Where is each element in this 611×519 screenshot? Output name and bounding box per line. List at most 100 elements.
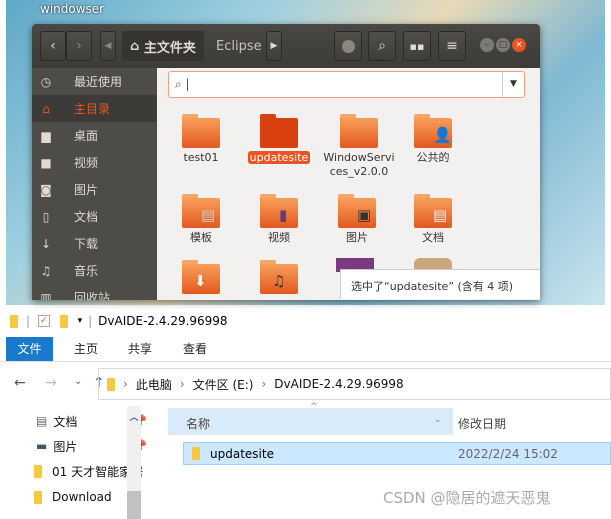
nav-scrollbar[interactable]: ︿ [127, 406, 141, 519]
nautilus-window: ‹ › ◀ ⌂ 主文件夹 Eclipse ▶ ⌕ ▪▪ ≡ – □ × ◷ 最近使… [32, 24, 540, 300]
watermark: CSDN @隐居的遮天恶鬼 [383, 489, 551, 507]
navigation-pane: ▤文档📌 ▬图片📌 01 天才智能家居 Download ︿ [0, 406, 160, 519]
nav-label: 文档 [53, 414, 78, 429]
sidebar-item-trash[interactable]: ▥ 回收站 [32, 284, 157, 301]
sidebar: ◷ 最近使用 ⌂ 主目录 ▆ 桌面 ■ 视频 ◙ 图片 ▯ 文档 ↓ 下载 ♫ 音乐 ▥ 回收站 [32, 68, 157, 300]
column-date[interactable]: 修改日期 [458, 415, 506, 432]
sort-up-icon: ^ [310, 402, 318, 412]
search-input[interactable]: | [186, 77, 190, 91]
maximize-button[interactable]: □ [496, 38, 510, 52]
folder-test01[interactable]: test01 [166, 114, 236, 165]
sidebar-item-label: 主目录 [74, 102, 111, 116]
sidebar-item-recent[interactable]: ◷ 最近使用 [32, 68, 157, 95]
file-date: 2022/2/24 15:02 [458, 446, 558, 461]
search-field[interactable]: ⌕ | ▼ [168, 71, 525, 98]
minimize-button[interactable]: – [480, 38, 494, 52]
folder-label: 视频 [268, 231, 290, 244]
new-folder-icon[interactable] [59, 314, 68, 328]
back-arrow-icon[interactable]: ← [14, 375, 26, 391]
folder-icon [260, 114, 298, 148]
folder-videos[interactable]: ▮ 视频 [244, 194, 314, 245]
breadcrumb-item[interactable]: 此电脑 [136, 376, 172, 393]
folder-label: 模板 [190, 231, 212, 244]
folder-icon: ▣ [338, 194, 376, 228]
folder-icon: ▮ [260, 194, 298, 228]
breadcrumb-item[interactable]: DvAIDE-2.4.29.96998 [274, 377, 403, 391]
pie-icon [341, 39, 355, 53]
properties-icon[interactable]: ✓ [38, 315, 50, 327]
search-dropdown-button[interactable]: ▼ [502, 72, 524, 97]
folder-icon: ▤ [414, 194, 452, 228]
close-button[interactable]: × [512, 38, 526, 52]
forward-button[interactable]: › [66, 31, 92, 61]
nav-item-documents[interactable]: ▤文档📌 [36, 410, 147, 432]
sidebar-item-downloads[interactable]: ↓ 下载 [32, 230, 157, 257]
home-icon: ⌂ [42, 101, 50, 116]
sidebar-item-music[interactable]: ♫ 音乐 [32, 257, 157, 284]
path-right-button[interactable]: ▶ [266, 31, 282, 61]
sidebar-item-label: 视频 [74, 156, 99, 170]
folder-windowservices[interactable]: WindowServices_v2.0.0 [322, 114, 396, 179]
search-button[interactable]: ⌕ [368, 31, 396, 61]
column-name[interactable]: 名称 [168, 408, 453, 435]
folder-updatesite[interactable]: updatesite [244, 114, 314, 165]
forward-arrow-icon[interactable]: → [45, 375, 57, 391]
sidebar-item-pictures[interactable]: ◙ 图片 [32, 176, 157, 203]
folder-icon [192, 447, 200, 460]
nav-item-download[interactable]: Download [34, 486, 112, 508]
film-icon: ▮ [279, 206, 288, 224]
address-row: ← → ⌄ ↑ › 此电脑 › 文件区 (E:) › DvAIDE-2.4.29.96… [0, 364, 611, 406]
tab-file[interactable]: 文件 [6, 337, 53, 361]
picture-icon: ▬ [36, 439, 48, 453]
hamburger-icon: ≡ [446, 38, 458, 54]
folder-public[interactable]: 👤 公共的 [398, 114, 468, 165]
back-button[interactable]: ‹ [40, 31, 66, 61]
list-view-icon: ▪▪ [409, 39, 425, 53]
path-home-button[interactable]: ⌂ 主文件夹 [122, 31, 204, 61]
folder-music[interactable]: ♫ [244, 260, 314, 294]
window-title: DvAIDE-2.4.29.96998 [98, 314, 228, 328]
view-toggle-button[interactable]: ▪▪ [403, 31, 431, 61]
path-eclipse-button[interactable]: Eclipse [210, 31, 268, 61]
desktop-icon: ▆ [41, 128, 51, 143]
folder-icon: ▤ [182, 194, 220, 228]
recent-locations-icon[interactable]: ⌄ [74, 376, 82, 387]
sidebar-item-label: 文档 [74, 210, 99, 224]
sidebar-item-home[interactable]: ⌂ 主目录 [32, 95, 157, 122]
sidebar-item-videos[interactable]: ■ 视频 [32, 149, 157, 176]
column-dropdown-icon[interactable]: ⌄ [434, 415, 442, 425]
customize-toolbar-icon[interactable]: ▾ [78, 316, 83, 326]
menu-button[interactable]: ≡ [438, 31, 466, 61]
folder-pictures[interactable]: ▣ 图片 [322, 194, 392, 245]
tab-view[interactable]: 查看 [183, 337, 207, 361]
person-icon: 👤 [433, 126, 452, 144]
folder-icon [34, 490, 42, 504]
nav-item-pictures[interactable]: ▬图片📌 [36, 435, 147, 457]
folder-documents[interactable]: ▤ 文档 [398, 194, 468, 245]
disk-usage-button[interactable] [334, 31, 362, 61]
sidebar-item-desktop[interactable]: ▆ 桌面 [32, 122, 157, 149]
camera-icon: ◙ [40, 182, 52, 197]
sidebar-item-documents[interactable]: ▯ 文档 [32, 203, 157, 230]
sidebar-item-label: 图片 [74, 183, 99, 197]
music-icon: ♫ [40, 263, 52, 278]
folder-templates[interactable]: ▤ 模板 [166, 194, 236, 245]
header-bar: ‹ › ◀ ⌂ 主文件夹 Eclipse ▶ ⌕ ▪▪ ≡ – □ × [32, 24, 540, 68]
desktop-icon-label: windowser [40, 2, 105, 16]
folder-label: test01 [183, 151, 219, 164]
file-row[interactable]: updatesite 2022/2/24 15:02 [183, 442, 611, 465]
breadcrumb-item[interactable]: 文件区 (E:) [193, 376, 254, 393]
address-bar[interactable]: › 此电脑 › 文件区 (E:) › DvAIDE-2.4.29.96998 [98, 368, 611, 400]
document-icon: ▯ [42, 209, 50, 224]
sidebar-item-label: 音乐 [74, 264, 99, 278]
sidebar-item-label: 下载 [74, 237, 99, 251]
folder-label: 公共的 [416, 151, 450, 164]
folder-label: 文档 [422, 231, 444, 244]
folder-downloads[interactable]: ⬇ [166, 260, 236, 294]
clock-icon: ◷ [40, 74, 52, 89]
download-icon: ⬇ [194, 272, 207, 290]
folder-label: updatesite [247, 151, 311, 164]
tab-share[interactable]: 共享 [128, 337, 152, 361]
path-left-button[interactable]: ◀ [100, 31, 116, 61]
tab-home[interactable]: 主页 [74, 337, 98, 361]
